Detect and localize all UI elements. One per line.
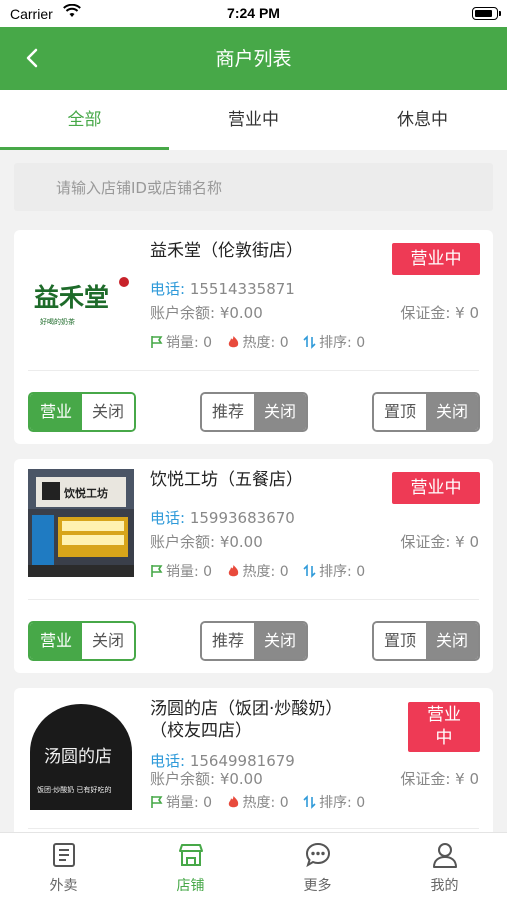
heat-stat: 热度: 0 — [227, 795, 289, 811]
flame-icon — [228, 336, 238, 348]
status-bar: Carrier 7:24 PM — [0, 0, 507, 27]
logo-text: 饮悦工坊 — [63, 486, 108, 500]
flame-icon — [228, 565, 238, 577]
divider — [28, 599, 479, 600]
rank-stat: 排序: 0 — [303, 335, 365, 351]
shop-logo: 饮悦工坊 — [28, 469, 134, 577]
sales-stat: 销量: 0 — [150, 795, 212, 811]
search-placeholder: 请输入店铺ID或店铺名称 — [56, 179, 222, 197]
bottom-tab-mine[interactable]: 我的 — [381, 833, 507, 900]
shop-logo: 益禾堂 好喝的奶茶 — [28, 240, 134, 348]
pin-toggle[interactable]: 置顶 关闭 — [372, 621, 480, 661]
logo-subtext: 饭团·炒酸奶 已有好吃的 — [37, 785, 111, 794]
shop-name: 饮悦工坊（五餐店） — [150, 470, 303, 490]
flame-icon — [228, 796, 238, 808]
rank-stat: 排序: 0 — [303, 795, 365, 811]
toggle-pin[interactable]: 置顶 — [374, 623, 426, 659]
rank-stat: 排序: 0 — [303, 564, 365, 580]
toggle-open[interactable]: 营业 — [30, 623, 82, 659]
shop-phone: 电话: 15514335871 — [150, 280, 295, 298]
shop-name: 益禾堂（伦敦街店） — [150, 241, 303, 261]
toggle-pin[interactable]: 置顶 — [374, 394, 426, 430]
bottom-tab-bar: 外卖 店铺 更多 我的 — [0, 832, 507, 900]
shop-stats: 销量: 0 热度: 0 排序: 0 — [150, 792, 375, 812]
list-icon — [52, 843, 75, 867]
flag-icon — [151, 796, 163, 808]
battery-icon — [472, 7, 501, 20]
store-icon — [178, 844, 203, 866]
toggle-open[interactable]: 营业 — [30, 394, 82, 430]
toggle-pin-off[interactable]: 关闭 — [426, 623, 478, 659]
bottom-tab-takeaway[interactable]: 外卖 — [0, 833, 127, 900]
toggle-close[interactable]: 关闭 — [82, 623, 134, 659]
bottom-tab-more[interactable]: 更多 — [254, 833, 381, 900]
account-balance: 账户余额: ¥0.00 — [150, 304, 263, 322]
flag-icon — [151, 565, 163, 577]
tab-open[interactable]: 营业中 — [169, 90, 338, 150]
bottom-tab-label: 店铺 — [176, 878, 205, 894]
deposit: 保证金: ¥ 0 — [400, 304, 479, 322]
shop-card[interactable]: 饮悦工坊 饮悦工坊（五餐店） 营业中 电话: 15993683670 账户余额:… — [14, 459, 493, 673]
business-toggle[interactable]: 营业 关闭 — [28, 621, 136, 661]
recommend-toggle[interactable]: 推荐 关闭 — [200, 621, 308, 661]
divider — [28, 370, 479, 371]
deposit: 保证金: ¥ 0 — [400, 770, 479, 788]
toggle-recommend-off[interactable]: 关闭 — [254, 394, 306, 430]
clock: 7:24 PM — [227, 5, 280, 21]
chat-more-icon — [305, 842, 330, 868]
sales-stat: 销量: 0 — [150, 335, 212, 351]
deposit: 保证金: ¥ 0 — [400, 533, 479, 551]
sales-stat: 销量: 0 — [150, 564, 212, 580]
divider — [28, 828, 479, 829]
bottom-tab-shop[interactable]: 店铺 — [127, 833, 254, 900]
shop-card[interactable]: 益禾堂 好喝的奶茶 益禾堂（伦敦街店） 营业中 电话: 15514335871 … — [14, 230, 493, 444]
shop-name: 汤圆的店（饭团·炒酸奶） （校友四店） — [150, 699, 343, 741]
flag-icon — [151, 336, 163, 348]
bottom-tab-label: 我的 — [430, 878, 459, 894]
logo-text: 益禾堂 — [34, 283, 109, 312]
pin-toggle[interactable]: 置顶 关闭 — [372, 392, 480, 432]
toggle-recommend[interactable]: 推荐 — [202, 394, 254, 430]
sort-icon — [303, 335, 316, 349]
status-badge: 营业中 — [392, 243, 480, 275]
logo-text: 汤圆的店 — [44, 747, 112, 767]
business-toggle[interactable]: 营业 关闭 — [28, 392, 136, 432]
bottom-tab-label: 更多 — [303, 878, 332, 894]
status-badge: 营业中 — [392, 472, 480, 504]
person-icon — [432, 843, 457, 868]
bottom-tab-label: 外卖 — [49, 878, 78, 894]
tab-resting[interactable]: 休息中 — [338, 90, 507, 150]
shop-phone: 电话: 15993683670 — [150, 509, 295, 527]
account-balance: 账户余额: ¥0.00 — [150, 770, 263, 788]
shop-stats: 销量: 0 热度: 0 排序: 0 — [150, 332, 375, 352]
sort-icon — [303, 795, 316, 809]
shop-logo: 汤圆的店 饭团·炒酸奶 已有好吃的 — [28, 702, 134, 810]
toggle-pin-off[interactable]: 关闭 — [426, 394, 478, 430]
heat-stat: 热度: 0 — [227, 335, 289, 351]
toggle-close[interactable]: 关闭 — [82, 394, 134, 430]
toggle-recommend-off[interactable]: 关闭 — [254, 623, 306, 659]
account-balance: 账户余额: ¥0.00 — [150, 533, 263, 551]
logo-subtext: 好喝的奶茶 — [40, 317, 75, 326]
recommend-toggle[interactable]: 推荐 关闭 — [200, 392, 308, 432]
status-badge: 营业 中 — [408, 702, 480, 752]
sort-icon — [303, 564, 316, 578]
shop-stats: 销量: 0 热度: 0 排序: 0 — [150, 561, 375, 581]
toggle-recommend[interactable]: 推荐 — [202, 623, 254, 659]
shop-card[interactable]: 汤圆的店 饭团·炒酸奶 已有好吃的 汤圆的店（饭团·炒酸奶） （校友四店） 营业… — [14, 688, 493, 848]
tab-all[interactable]: 全部 — [0, 90, 169, 150]
page-title: 商户列表 — [215, 48, 292, 70]
search-input[interactable]: 请输入店铺ID或店铺名称 — [14, 163, 493, 211]
tab-indicator — [0, 147, 169, 150]
filter-tabs: 全部 营业中 休息中 — [0, 90, 507, 150]
nav-bar: 商户列表 — [0, 27, 507, 90]
heat-stat: 热度: 0 — [227, 564, 289, 580]
